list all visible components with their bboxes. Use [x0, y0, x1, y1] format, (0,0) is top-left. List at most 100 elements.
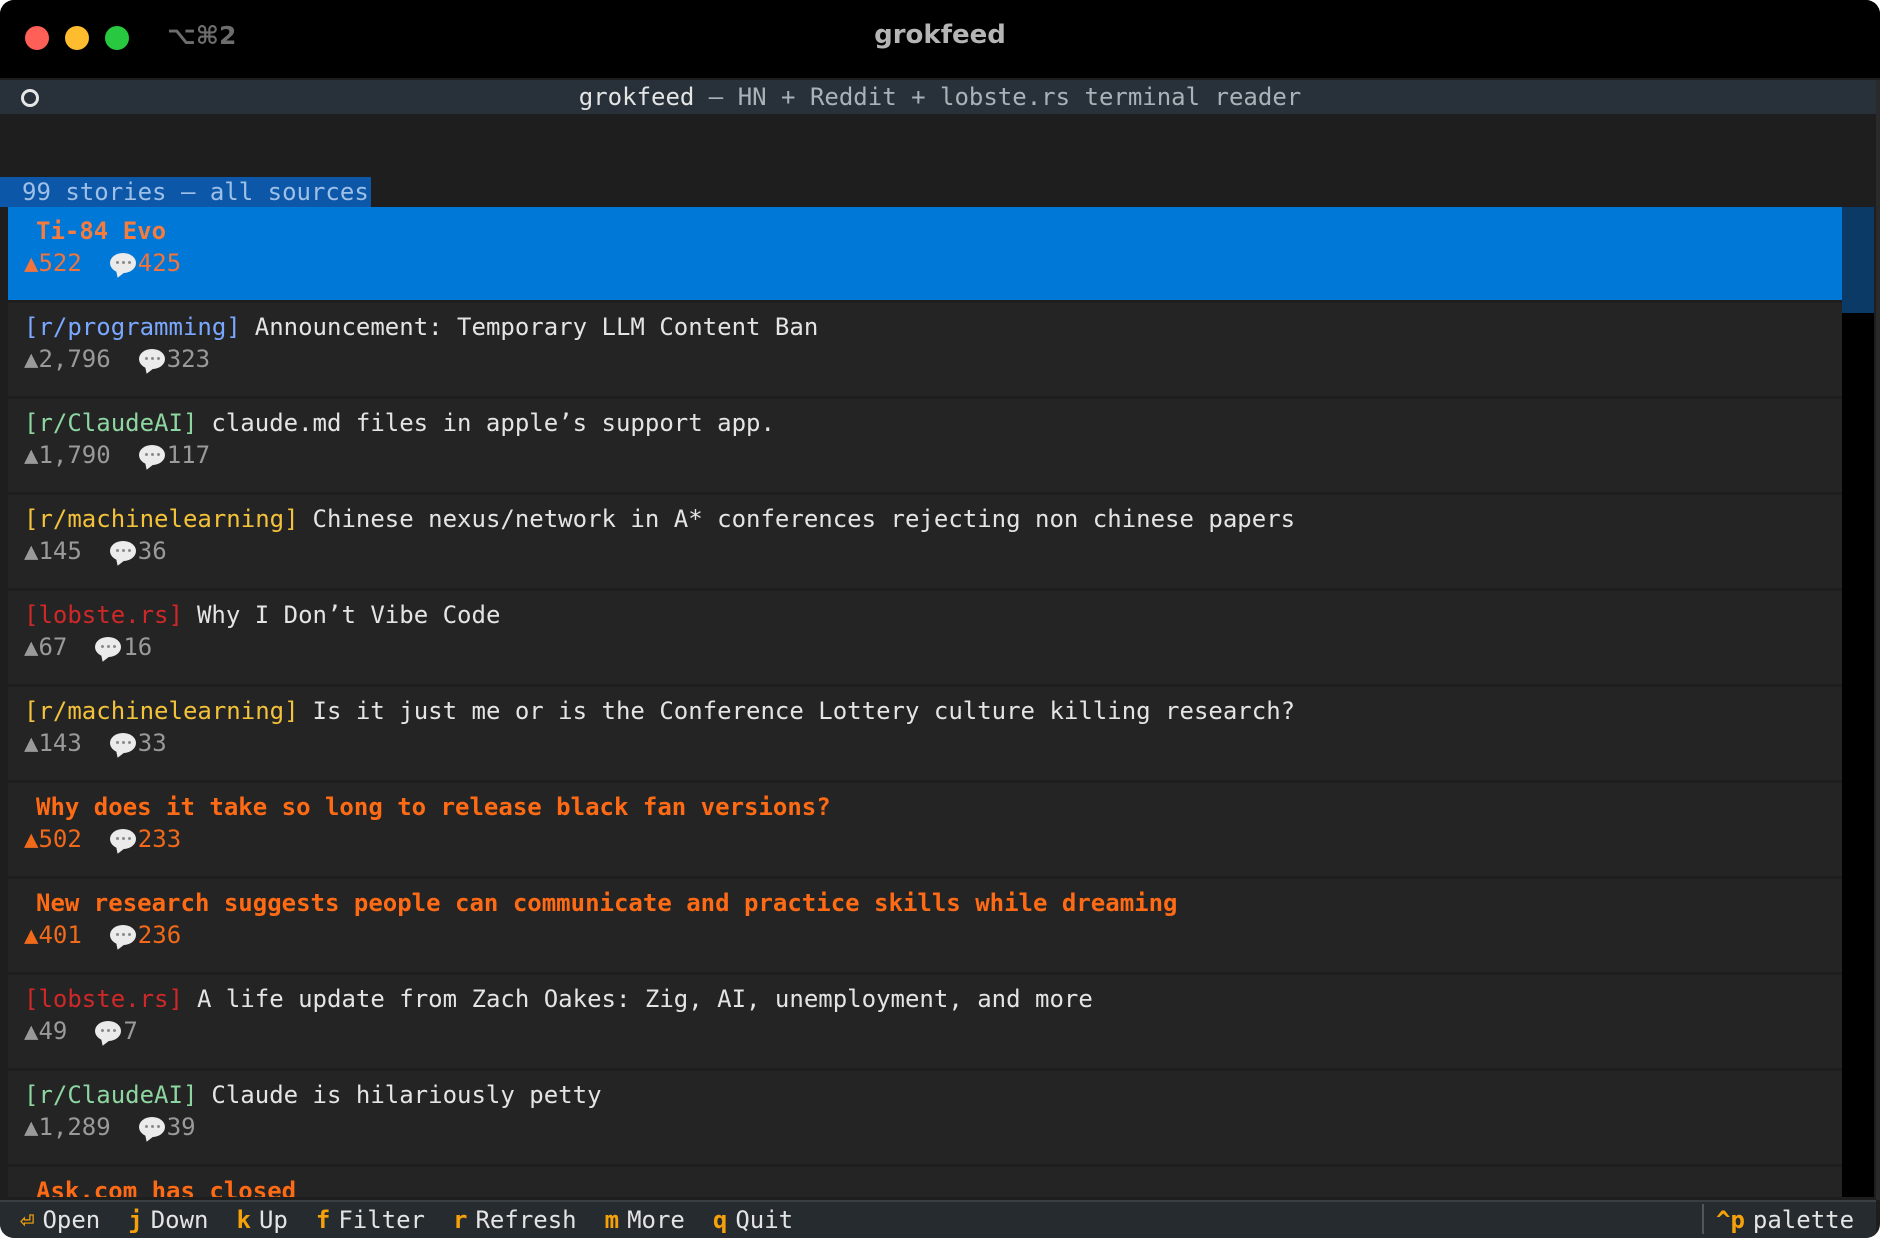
comment-bubble-icon: [138, 1117, 165, 1137]
story-row[interactable]: [r/ClaudeAI] Claude is hilariously petty ▲…: [8, 1071, 1842, 1164]
story-source-tag: [r/ClaudeAI]: [24, 409, 198, 437]
story-title-line: [r/machinelearning] Chinese nexus/network…: [24, 495, 1842, 535]
key-binding-label: Open: [42, 1206, 101, 1234]
story-comment-count: 39: [166, 1113, 196, 1141]
story-meta-line: ▲502 233: [24, 823, 1842, 855]
footer-divider: [1702, 1204, 1704, 1234]
comment-bubble-icon: [138, 349, 165, 369]
app-name: grokfeed: [578, 83, 695, 111]
story-list[interactable]: Ti-84 Evo ▲522 425 [r/programming] Announcem…: [8, 207, 1842, 1197]
story-score: ▲145: [24, 537, 82, 565]
story-title: Why I Don’t Vibe Code: [196, 601, 501, 629]
comment-bubble-icon: [109, 829, 136, 849]
key-binding-open[interactable]: ⏎ Open: [20, 1206, 100, 1234]
story-row[interactable]: Ask.com has closed: [8, 1167, 1842, 1197]
comment-bubble-icon: [95, 637, 122, 657]
key-binding-key: k: [236, 1206, 251, 1234]
key-binding-key: m: [604, 1206, 620, 1234]
palette-label: palette: [1752, 1206, 1855, 1234]
app-subtitle: — HN + Reddit + lobste.rs terminal reade…: [694, 83, 1302, 111]
story-title-line: [r/programming] Announcement: Temporary L…: [24, 303, 1842, 343]
key-binding-down[interactable]: j Down: [128, 1206, 208, 1234]
story-score: ▲67: [24, 633, 68, 661]
key-binding-key: ⏎: [20, 1206, 35, 1234]
story-comment-count: 323: [166, 345, 211, 373]
app-header: grokfeed — HN + Reddit + lobste.rs termi…: [0, 80, 1880, 114]
story-title: Claude is hilariously petty: [211, 1081, 602, 1109]
palette-binding[interactable]: ^p palette: [1716, 1202, 1854, 1238]
story-comment-count: 425: [137, 249, 182, 277]
key-bindings: ⏎ Open j Down k Up f Filter r Refresh m More q Quit: [20, 1202, 821, 1238]
key-binding-filter[interactable]: f Filter: [316, 1206, 425, 1234]
story-title: Ask.com has closed: [36, 1177, 297, 1197]
title-bar: ⌥⌘2 grokfeed: [0, 0, 1880, 78]
story-count-label: 99 stories — all sources: [0, 177, 371, 207]
story-title-line: [r/machinelearning] Is it just me or is t…: [24, 687, 1842, 727]
story-meta-line: ▲49 7: [24, 1015, 1842, 1047]
story-comment-count: 236: [137, 921, 182, 949]
story-score: ▲143: [24, 729, 82, 757]
story-title: Chinese nexus/network in A* conferences …: [312, 505, 1296, 533]
key-binding-more[interactable]: m More: [605, 1206, 685, 1234]
key-binding-key: f: [315, 1206, 331, 1234]
comment-bubble-icon: [109, 733, 136, 753]
comment-bubble-icon: [95, 1021, 122, 1041]
story-comment-count: 7: [123, 1017, 138, 1045]
story-score: ▲49: [24, 1017, 68, 1045]
story-source-tag: [lobste.rs]: [24, 601, 183, 629]
story-comment-count: 16: [123, 633, 153, 661]
terminal-window: ⌥⌘2 grokfeed grokfeed — HN + Reddit + lo…: [0, 0, 1880, 1238]
key-binding-up[interactable]: k Up: [237, 1206, 288, 1234]
story-title-line: New research suggests people can communi…: [24, 879, 1842, 919]
story-title-line: [r/ClaudeAI] Claude is hilariously petty: [24, 1071, 1842, 1111]
story-title-line: [lobste.rs] Why I Don’t Vibe Code: [24, 591, 1842, 631]
story-row[interactable]: New research suggests people can communi…: [8, 879, 1842, 972]
story-row[interactable]: [r/machinelearning] Chinese nexus/network…: [8, 495, 1842, 588]
key-binding-quit[interactable]: q Quit: [713, 1206, 793, 1234]
story-row[interactable]: Ti-84 Evo ▲522 425: [8, 207, 1842, 300]
story-meta-line: ▲145 36: [24, 535, 1842, 567]
story-score: ▲522: [24, 249, 82, 277]
key-binding-key: r: [453, 1206, 468, 1234]
story-meta-line: ▲1,289 39: [24, 1111, 1842, 1143]
story-comment-count: 117: [166, 441, 211, 469]
story-meta-line: ▲143 33: [24, 727, 1842, 759]
story-row[interactable]: [r/ClaudeAI] claude.md files in apple’s s…: [8, 399, 1842, 492]
story-title: Ti-84 Evo: [36, 217, 167, 245]
key-binding-label: More: [627, 1206, 685, 1234]
story-score: ▲401: [24, 921, 82, 949]
story-comment-count: 33: [137, 729, 167, 757]
story-title-line: Ask.com has closed: [24, 1167, 1842, 1197]
key-binding-label: Filter: [338, 1206, 426, 1234]
scrollbar-thumb[interactable]: [1842, 207, 1874, 313]
story-meta-line: ▲522 425: [24, 247, 1842, 279]
story-source-tag: [r/programming]: [24, 313, 241, 341]
story-score: ▲1,790: [24, 441, 111, 469]
story-score: ▲502: [24, 825, 82, 853]
comment-bubble-icon: [109, 541, 136, 561]
story-title: New research suggests people can communi…: [36, 889, 1178, 917]
story-row[interactable]: [r/programming] Announcement: Temporary L…: [8, 303, 1842, 396]
key-binding-refresh[interactable]: r Refresh: [453, 1206, 577, 1234]
story-source-tag: [r/machinelearning]: [24, 697, 299, 725]
story-title: Why does it take so long to release blac…: [36, 793, 831, 821]
window-edge: [1876, 80, 1880, 1200]
window-title: grokfeed: [874, 20, 1006, 50]
story-row[interactable]: [r/machinelearning] Is it just me or is t…: [8, 687, 1842, 780]
story-title: Announcement: Temporary LLM Content Ban: [254, 313, 819, 341]
story-title: claude.md files in apple’s support app.: [211, 409, 775, 437]
story-comment-count: 233: [137, 825, 182, 853]
key-binding-label: Up: [258, 1206, 288, 1234]
story-row[interactable]: Why does it take so long to release blac…: [8, 783, 1842, 876]
story-comment-count: 36: [137, 537, 167, 565]
comment-bubble-icon: [138, 445, 165, 465]
story-row[interactable]: [lobste.rs] A life update from Zach Oakes…: [8, 975, 1842, 1068]
scrollbar-track[interactable]: [1842, 207, 1874, 1197]
story-score: ▲1,289: [24, 1113, 111, 1141]
app-header-title: grokfeed — HN + Reddit + lobste.rs termi…: [0, 80, 1880, 114]
comment-bubble-icon: [109, 253, 136, 273]
story-meta-line: ▲2,796 323: [24, 343, 1842, 375]
key-binding-key: j: [128, 1206, 143, 1234]
key-binding-label: Quit: [735, 1206, 794, 1234]
story-row[interactable]: [lobste.rs] Why I Don’t Vibe Code ▲67 16: [8, 591, 1842, 684]
